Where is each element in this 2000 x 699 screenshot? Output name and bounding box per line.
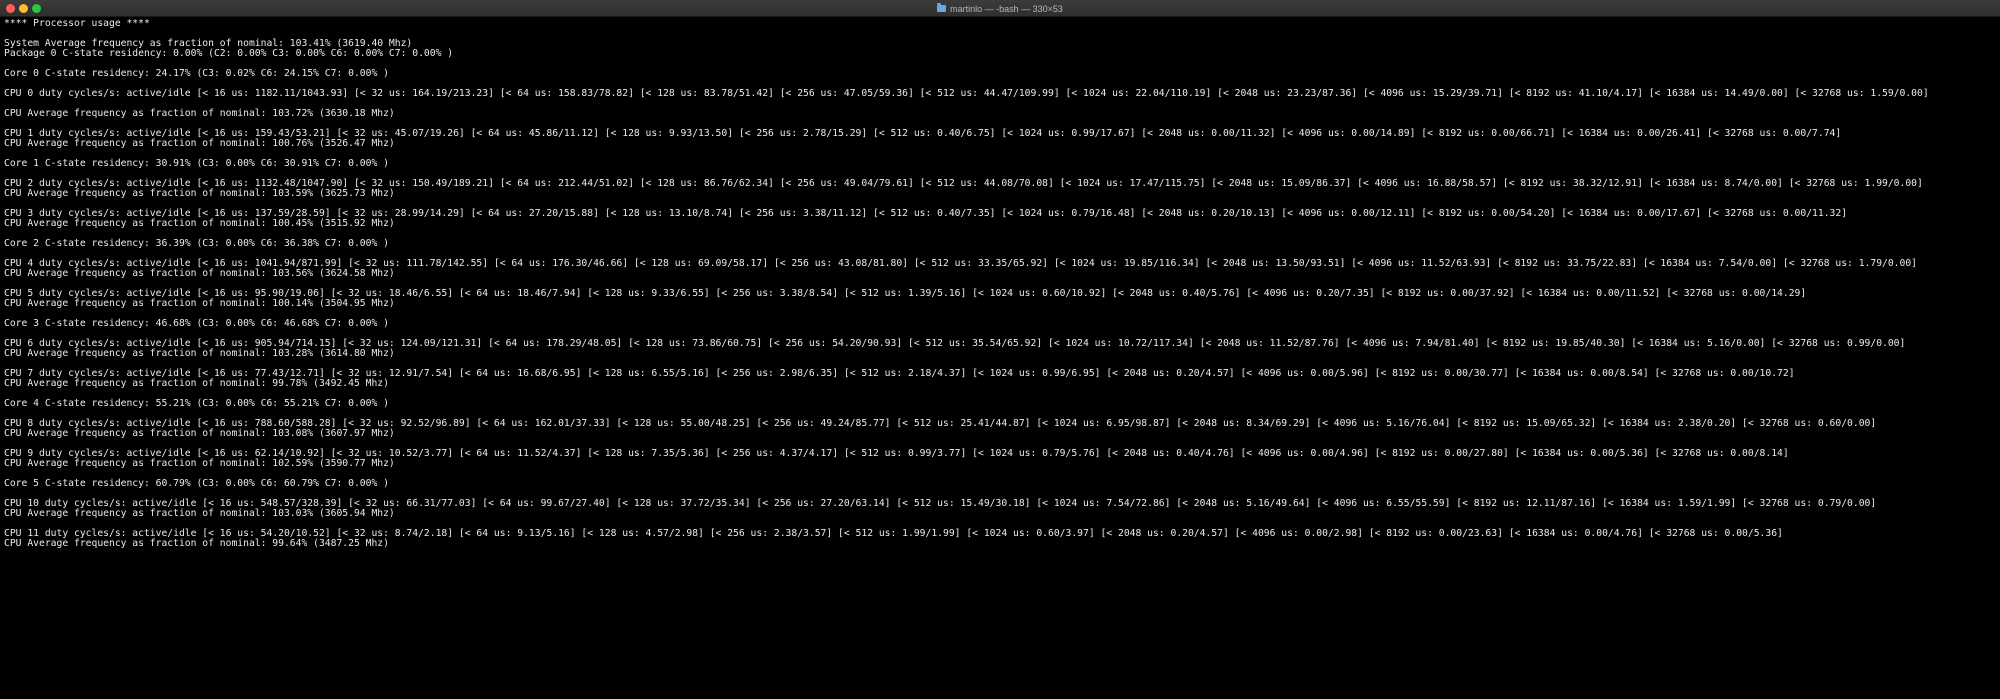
- terminal-line: Core 4 C-state residency: 55.21% (C3: 0.…: [4, 398, 389, 409]
- terminal-line: Core 1 C-state residency: 30.91% (C3: 0.…: [4, 158, 389, 169]
- terminal-line: CPU Average frequency as fraction of nom…: [4, 188, 395, 199]
- terminal-line: CPU Average frequency as fraction of nom…: [4, 538, 389, 549]
- terminal-line: CPU Average frequency as fraction of nom…: [4, 138, 395, 149]
- terminal-line: CPU 0 duty cycles/s: active/idle [< 16 u…: [4, 88, 1929, 99]
- terminal-line: Core 0 C-state residency: 24.17% (C3: 0.…: [4, 68, 389, 79]
- window-title-container: martinlo — -bash — 330×53: [0, 0, 2000, 17]
- terminal-line: Package 0 C-state residency: 0.00% (C2: …: [4, 48, 454, 59]
- terminal-line: CPU Average frequency as fraction of nom…: [4, 508, 395, 519]
- terminal-line: CPU Average frequency as fraction of nom…: [4, 268, 395, 279]
- terminal-line: CPU Average frequency as fraction of nom…: [4, 428, 395, 439]
- folder-icon: [937, 3, 947, 12]
- terminal-line: CPU Average frequency as fraction of nom…: [4, 348, 395, 359]
- terminal-line: CPU Average frequency as fraction of nom…: [4, 458, 395, 469]
- terminal-line: Core 5 C-state residency: 60.79% (C3: 0.…: [4, 478, 389, 489]
- terminal-line: CPU Average frequency as fraction of nom…: [4, 218, 395, 229]
- terminal-line: CPU Average frequency as fraction of nom…: [4, 378, 389, 389]
- terminal-line: CPU Average frequency as fraction of nom…: [4, 108, 395, 119]
- terminal-window: martinlo — -bash — 330×53 **** Processor…: [0, 0, 2000, 699]
- terminal-line: **** Processor usage ****: [4, 19, 150, 29]
- terminal-line: Core 2 C-state residency: 36.39% (C3: 0.…: [4, 238, 389, 249]
- terminal-output[interactable]: **** Processor usage **** System Average …: [4, 19, 1998, 699]
- terminal-line: Core 3 C-state residency: 46.68% (C3: 0.…: [4, 318, 389, 329]
- window-title: martinlo — -bash — 330×53: [950, 3, 1063, 14]
- title-bar[interactable]: martinlo — -bash — 330×53: [0, 0, 2000, 17]
- terminal-line: CPU Average frequency as fraction of nom…: [4, 298, 395, 309]
